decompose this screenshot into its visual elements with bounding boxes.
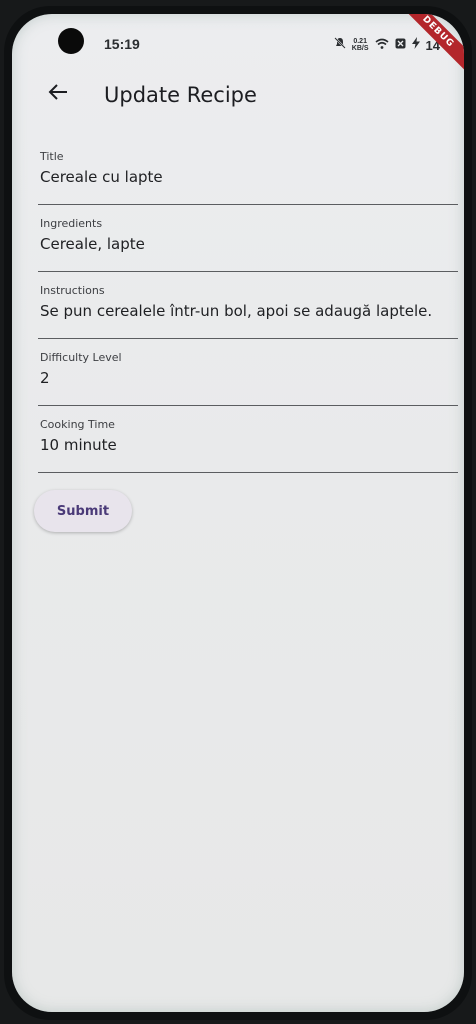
difficulty-field-label: Difficulty Level (40, 351, 122, 364)
ingredients-field-label: Ingredients (40, 217, 103, 230)
recipe-form: Title Cereale cu lapte Ingredients Cerea… (38, 138, 458, 473)
status-bar: 15:19 0.21 KB/S 14 DEBUG (12, 14, 464, 75)
instructions-field[interactable]: Instructions Se pun cerealele într-un bo… (38, 272, 458, 339)
network-speed-unit: KB/S (351, 45, 369, 52)
network-speed: 0.21 KB/S (352, 38, 369, 52)
app-screen: 15:19 0.21 KB/S 14 DEBUG Update Recipe T… (12, 14, 464, 1012)
page-title: Update Recipe (104, 83, 257, 107)
submit-button[interactable]: Submit (34, 490, 132, 532)
front-camera (58, 28, 84, 54)
cooking-time-field-label: Cooking Time (40, 418, 115, 431)
cooking-time-field-value[interactable]: 10 minute (40, 436, 117, 454)
instructions-field-value[interactable]: Se pun cerealele într-un bol, apoi se ad… (40, 302, 432, 320)
title-field[interactable]: Title Cereale cu lapte (38, 138, 458, 205)
network-speed-value: 0.21 (353, 38, 367, 45)
status-icons: 0.21 KB/S 14 (334, 36, 440, 54)
difficulty-field-value[interactable]: 2 (40, 369, 50, 387)
mute-icon (334, 36, 346, 54)
difficulty-field[interactable]: Difficulty Level 2 (38, 339, 458, 406)
instructions-field-label: Instructions (40, 284, 105, 297)
title-field-value[interactable]: Cereale cu lapte (40, 168, 163, 186)
phone-frame: 15:19 0.21 KB/S 14 DEBUG Update Recipe T… (4, 6, 472, 1020)
app-bar: Update Recipe (12, 70, 464, 126)
ingredients-field[interactable]: Ingredients Cereale, lapte (38, 205, 458, 272)
charging-icon (411, 36, 420, 54)
wifi-icon (375, 36, 389, 54)
status-time: 15:19 (104, 36, 140, 52)
cooking-time-field[interactable]: Cooking Time 10 minute (38, 406, 458, 473)
back-button[interactable] (40, 76, 76, 112)
ingredients-field-value[interactable]: Cereale, lapte (40, 235, 145, 253)
title-field-label: Title (40, 150, 64, 163)
sim-icon (395, 36, 406, 54)
arrow-back-icon (48, 83, 68, 106)
